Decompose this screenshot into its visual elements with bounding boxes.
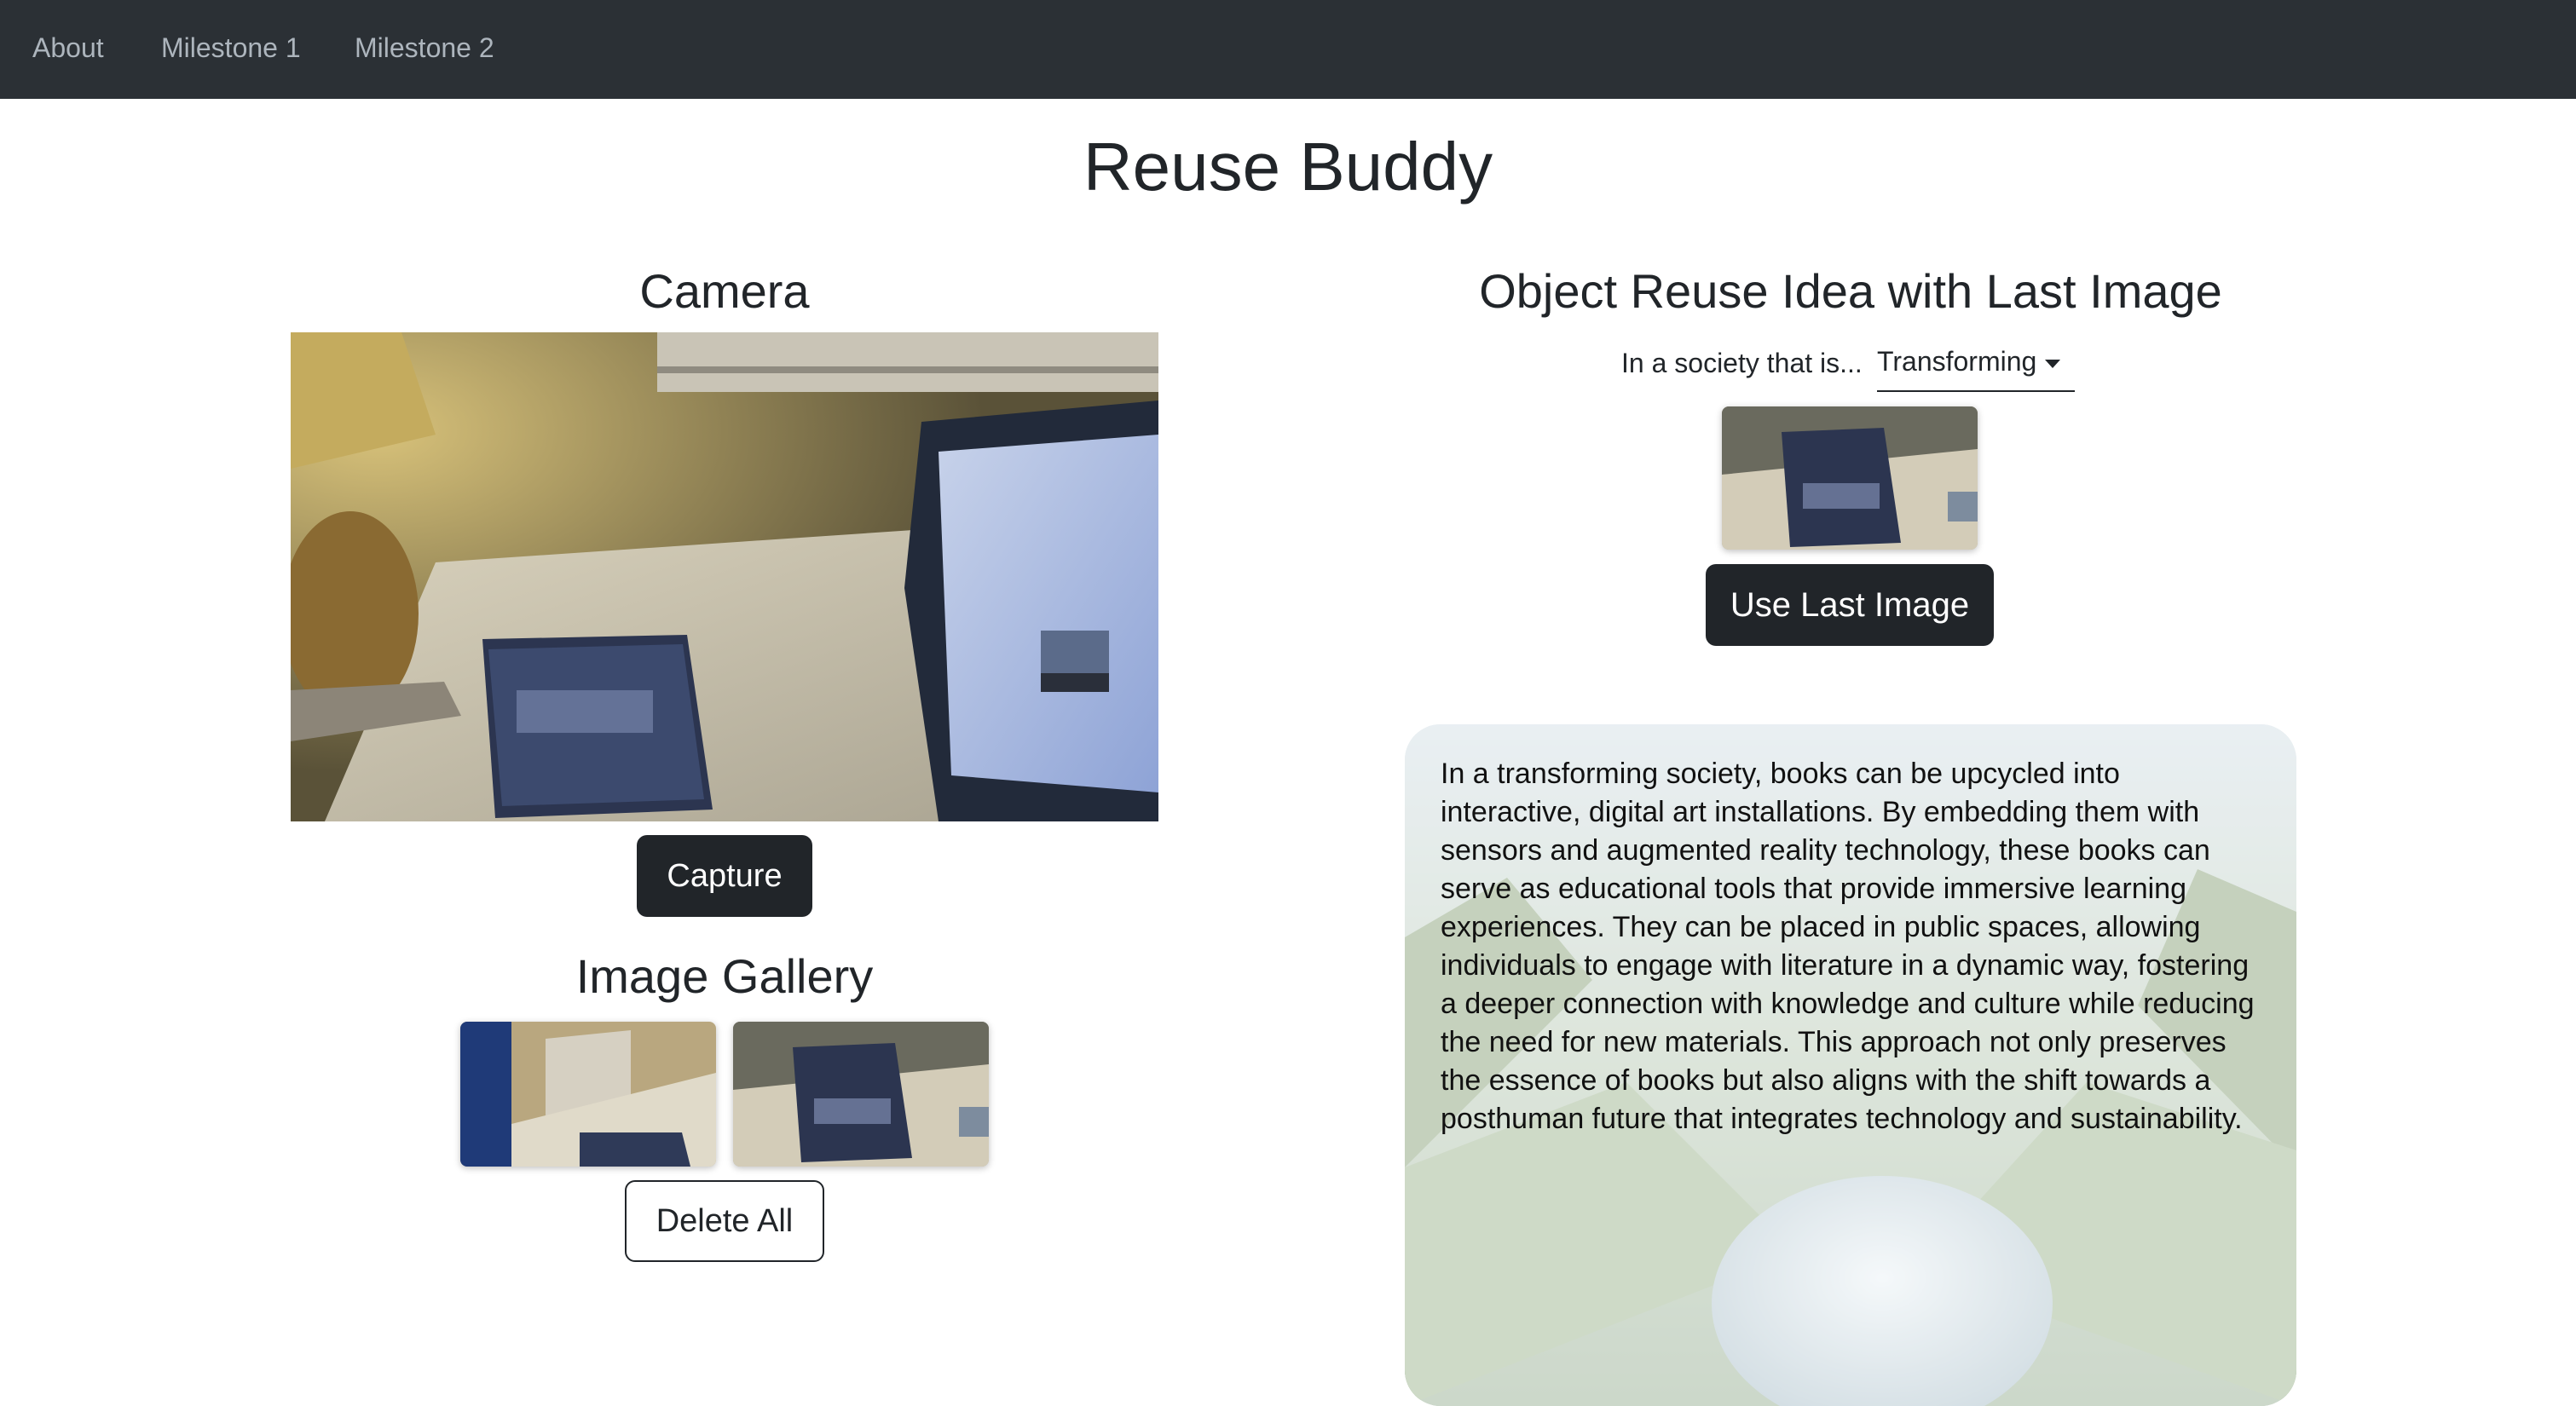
camera-scene-image — [291, 332, 1158, 821]
nav-link-milestone-2[interactable]: Milestone 2 — [355, 31, 494, 65]
use-last-image-button[interactable]: Use Last Image — [1706, 564, 1994, 646]
navbar: About Milestone 1 Milestone 2 — [0, 0, 2576, 99]
society-dropdown-value: Transforming — [1877, 346, 2037, 377]
reuse-idea-text: In a transforming society, books can be … — [1441, 758, 2255, 1135]
caret-down-icon — [2045, 359, 2061, 368]
reuse-idea-title: Object Reuse Idea with Last Image — [1479, 264, 2222, 318]
nav-link-about[interactable]: About — [32, 31, 104, 65]
last-image-preview — [1722, 406, 1978, 550]
delete-all-button[interactable]: Delete All — [625, 1180, 824, 1262]
gallery-thumbnail-image-1 — [460, 1022, 716, 1167]
society-prefix-label: In a society that is... — [1621, 348, 1863, 378]
reuse-idea-card: In a transforming society, books can be … — [1405, 724, 2296, 1406]
gallery-thumbnail-image-2 — [733, 1022, 989, 1167]
page-title: Reuse Buddy — [1083, 129, 1493, 205]
society-dropdown[interactable]: Transforming — [1877, 339, 2075, 392]
gallery-thumbnail[interactable] — [460, 1022, 716, 1167]
gallery-thumbnail[interactable] — [733, 1022, 989, 1167]
capture-button[interactable]: Capture — [637, 835, 812, 917]
last-image-preview-image — [1722, 406, 1978, 550]
camera-feed — [291, 332, 1158, 821]
camera-title: Camera — [639, 264, 810, 318]
gallery-title: Image Gallery — [575, 949, 874, 1003]
nav-link-milestone-1[interactable]: Milestone 1 — [161, 31, 301, 65]
